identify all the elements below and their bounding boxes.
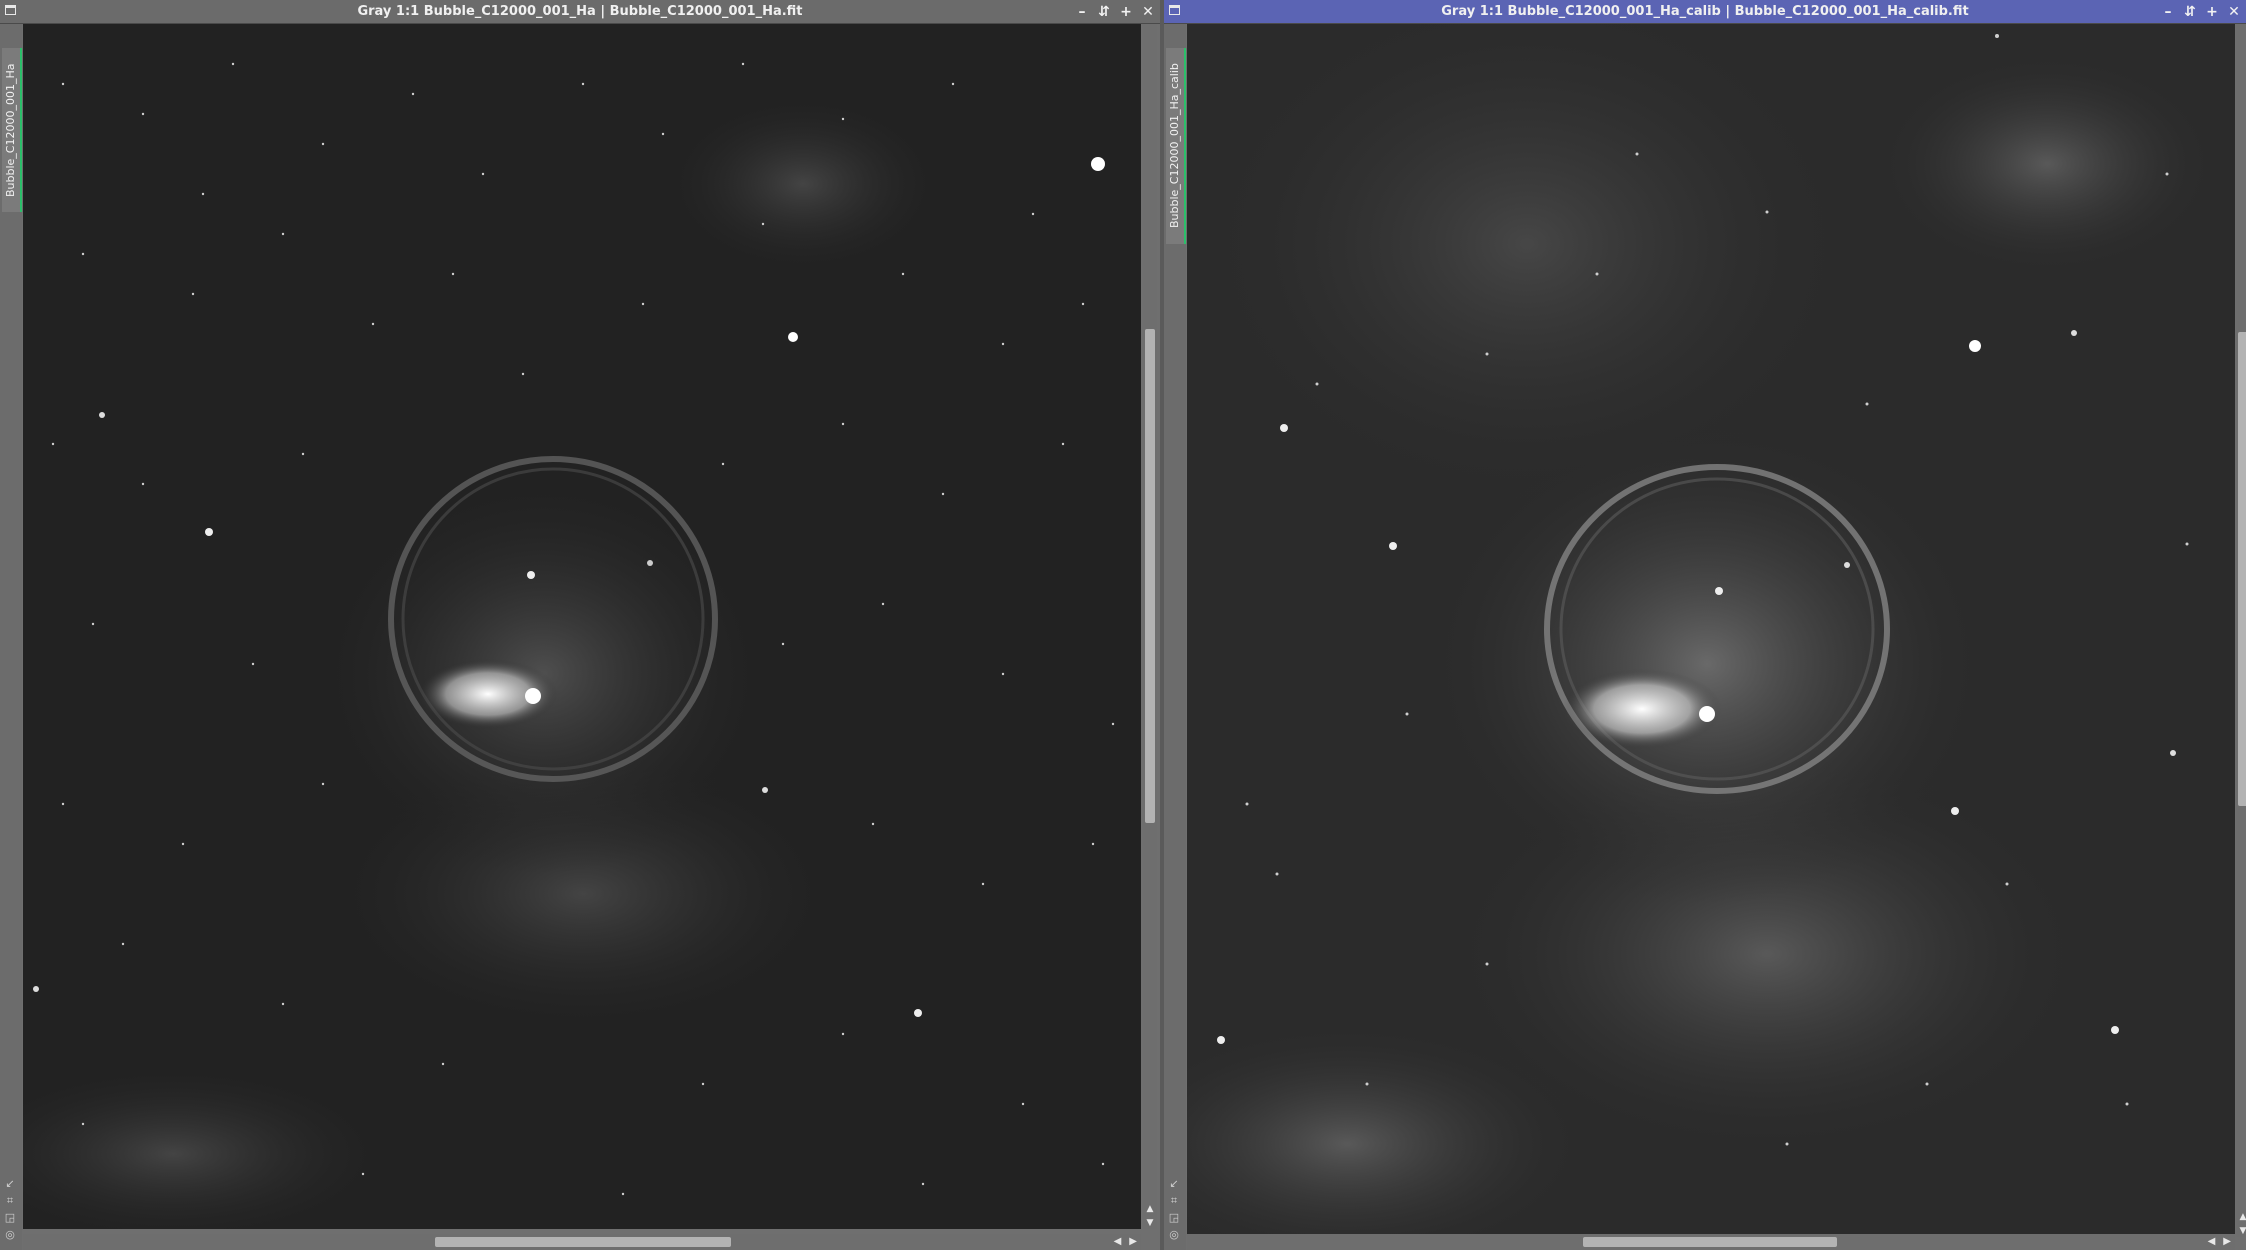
window-title-right: Gray 1:1 Bubble_C12000_001_Ha_calib | Bu… <box>1441 4 1969 19</box>
shade-button[interactable]: ⇵ <box>1096 4 1112 20</box>
stf-icon[interactable]: ◲ <box>3 1211 17 1225</box>
vertical-scroll-thumb-right[interactable] <box>2238 332 2246 806</box>
image-window-right[interactable]: Gray 1:1 Bubble_C12000_001_Ha_calib | Bu… <box>1164 0 2246 1250</box>
scroll-right-icon[interactable]: ▶ <box>2223 1234 2231 1250</box>
close-button[interactable]: ✕ <box>2226 4 2242 20</box>
side-tab-left: Bubble_C12000_001_Ha ↙ ⌗ ◲ ◎ <box>0 24 22 1250</box>
zoom-icon[interactable]: ⌗ <box>3 1194 17 1208</box>
navigation-icon[interactable]: ↙ <box>1167 1177 1181 1191</box>
minimize-button[interactable]: – <box>2160 4 2176 20</box>
image-canvas-left[interactable] <box>23 24 1141 1229</box>
preview-icon[interactable]: ◎ <box>1167 1228 1181 1242</box>
horizontal-scroll-thumb-left[interactable] <box>435 1237 731 1247</box>
minimize-button[interactable]: – <box>1074 4 1090 20</box>
scroll-right-icon[interactable]: ▶ <box>1129 1234 1137 1250</box>
navigation-icon[interactable]: ↙ <box>3 1177 17 1191</box>
scroll-down-icon[interactable]: ▼ <box>1143 1217 1157 1229</box>
zoom-icon[interactable]: ⌗ <box>1167 1194 1181 1208</box>
view-id-label-right: Bubble_C12000_001_Ha_calib <box>1168 63 1181 229</box>
vertical-scrollbar-left[interactable]: ▲ ▼ <box>1143 24 1157 1229</box>
shade-button[interactable]: ⇵ <box>2182 4 2198 20</box>
preview-icon[interactable]: ◎ <box>3 1228 17 1242</box>
horizontal-scrollbar-right[interactable]: ◀ ▶ <box>1187 1234 2235 1250</box>
image-canvas-right[interactable] <box>1187 24 2235 1237</box>
maximize-button[interactable]: + <box>2204 4 2220 20</box>
view-id-tab-right[interactable]: Bubble_C12000_001_Ha_calib <box>1166 48 1186 244</box>
nebula-image-left <box>23 62 1115 1229</box>
scroll-up-icon[interactable]: ▲ <box>1143 1203 1157 1215</box>
view-id-tab-left[interactable]: Bubble_C12000_001_Ha <box>2 48 22 212</box>
horizontal-scroll-thumb-right[interactable] <box>1583 1237 1837 1247</box>
horizontal-scrollbar-left[interactable]: ◀ ▶ <box>23 1234 1141 1250</box>
stf-icon[interactable]: ◲ <box>1167 1211 1181 1225</box>
scroll-left-icon[interactable]: ◀ <box>1114 1234 1122 1250</box>
titlebar-left[interactable]: Gray 1:1 Bubble_C12000_001_Ha | Bubble_C… <box>0 0 1160 24</box>
scroll-left-icon[interactable]: ◀ <box>2208 1234 2216 1250</box>
close-button[interactable]: ✕ <box>1140 4 1156 20</box>
nebula-image-right <box>1187 24 2217 1237</box>
scroll-down-icon[interactable]: ▼ <box>2236 1225 2246 1237</box>
vertical-scroll-thumb-left[interactable] <box>1145 329 1155 823</box>
window-title-left: Gray 1:1 Bubble_C12000_001_Ha | Bubble_C… <box>357 4 803 19</box>
maximize-button[interactable]: + <box>1118 4 1134 20</box>
scroll-up-icon[interactable]: ▲ <box>2236 1211 2246 1223</box>
image-window-left[interactable]: Gray 1:1 Bubble_C12000_001_Ha | Bubble_C… <box>0 0 1160 1250</box>
vertical-scrollbar-right[interactable]: ▲ ▼ <box>2236 24 2246 1237</box>
view-id-label-left: Bubble_C12000_001_Ha <box>4 63 17 197</box>
side-tab-right: Bubble_C12000_001_Ha_calib ↙ ⌗ ◲ ◎ <box>1164 24 1186 1250</box>
titlebar-right[interactable]: Gray 1:1 Bubble_C12000_001_Ha_calib | Bu… <box>1164 0 2246 24</box>
